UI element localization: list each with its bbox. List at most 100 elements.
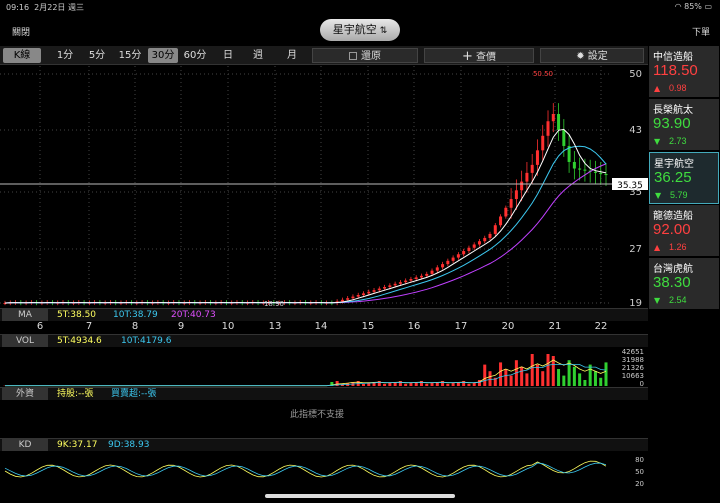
volume-bar [509, 375, 513, 386]
candle-body [557, 113, 561, 130]
watchlist-item[interactable]: 長榮航太 93.90 ▼ 2.73 [649, 99, 719, 151]
volume-bar [557, 369, 561, 386]
price-tick-50: 50 [629, 69, 642, 80]
watchlist-item[interactable]: 龍德造船 92.00 ▲ 1.26 [649, 205, 719, 257]
volume-bar [541, 371, 545, 386]
candle-body [404, 280, 408, 283]
watchlist-price: 92.00 [653, 221, 691, 238]
kd-tick-20: 20 [635, 480, 644, 488]
volume-bar [488, 371, 492, 386]
period-5min[interactable]: 5分 [84, 48, 110, 63]
volume-bar [472, 383, 476, 386]
date-label: 14 [314, 321, 328, 332]
candles [3, 103, 608, 306]
kd-chart[interactable]: 80 50 20 [0, 451, 648, 491]
arrow-up-icon: ▲ [654, 243, 661, 252]
kd-tag[interactable]: KD [2, 439, 48, 451]
volume-bar [419, 381, 423, 386]
stock-name: 星宇航空 [332, 23, 377, 36]
volume-bar [467, 384, 471, 386]
arrow-down-icon: ▼ [655, 191, 662, 200]
period-60min[interactable]: 60分 [181, 48, 209, 63]
watchlist-name: 中信造船 [653, 52, 693, 63]
candle-body [441, 264, 445, 268]
period-30min[interactable]: 30分 [148, 48, 178, 63]
date-axis: 6 7 8 9 10 13 14 15 16 17 20 21 22 [0, 321, 648, 333]
candle-body [472, 244, 476, 248]
foreign-legend-bar[interactable]: 外資 持股:--張 買賣超:--張 [0, 387, 648, 400]
kline-button[interactable]: K線 [3, 48, 41, 63]
period-month[interactable]: 月 [282, 48, 302, 63]
date-label: 10 [221, 321, 235, 332]
watchlist-price: 36.25 [654, 169, 692, 186]
foreign-tag[interactable]: 外資 [2, 388, 48, 400]
date-label: 15 [361, 321, 375, 332]
watchlist-item[interactable]: 中信造船 118.50 ▲ 0.98 [649, 46, 719, 98]
candle-body [535, 150, 539, 165]
order-button[interactable]: 下單 [692, 25, 710, 38]
date-label: 17 [454, 321, 468, 332]
candle-body [356, 295, 360, 297]
volume-bar [425, 384, 429, 386]
date-label: 7 [85, 321, 93, 332]
ma5-value: 5T:38.50 [57, 310, 97, 320]
swap-icon: ⇅ [379, 26, 388, 36]
battery-icon: ▭ [704, 2, 712, 11]
candle-body [414, 277, 418, 280]
volume-bar [404, 384, 408, 386]
candle-body [462, 251, 466, 255]
ma-tag[interactable]: MA [2, 309, 48, 321]
watchlist-change: 2.54 [669, 295, 687, 305]
candle-body [530, 164, 534, 173]
volume-bar [572, 366, 576, 386]
volume-bar [588, 364, 592, 386]
plus-icon: + [461, 49, 473, 64]
ma-legend-bar[interactable]: MA 5T:38.50 10T:38.79 20T:40.73 [0, 308, 648, 321]
date-label: 22 [594, 321, 608, 332]
status-bar: 09:16 2月22日 週三 ◠ 85% ▭ [0, 0, 720, 14]
volume-bar [525, 373, 529, 386]
kd-tick-80: 80 [635, 456, 644, 464]
candle-body [509, 199, 513, 208]
restore-toggle[interactable]: 還原 [312, 48, 418, 63]
volume-chart[interactable]: 42651 31988 21326 10663 0 [0, 347, 648, 387]
watchlist-change: 5.79 [670, 190, 688, 200]
vol-tick-1: 31988 [622, 356, 644, 364]
period-1min[interactable]: 1分 [52, 48, 78, 63]
volume-bar [583, 380, 587, 386]
close-button[interactable]: 關閉 [12, 25, 30, 38]
volume-bar [520, 366, 524, 386]
candle-body [477, 241, 481, 245]
volume-bar [546, 354, 550, 386]
period-day[interactable]: 日 [218, 48, 238, 63]
vol-tick-3: 10663 [622, 372, 644, 380]
watchlist: 中信造船 118.50 ▲ 0.98 長榮航太 93.90 ▼ 2.73 星宇航… [648, 46, 720, 310]
watchlist-item[interactable]: 台灣虎航 38.30 ▼ 2.54 [649, 258, 719, 310]
settings-button[interactable]: ✹ 設定 [540, 48, 644, 63]
volume-bar [530, 354, 534, 386]
volume-bar [599, 377, 603, 386]
watchlist-change: 0.98 [669, 83, 687, 93]
ma20-value: 20T:40.73 [171, 310, 216, 320]
volume-bar [451, 383, 455, 386]
candle-body [551, 113, 555, 122]
price-tick-27: 27 [629, 244, 642, 255]
vol-tag[interactable]: VOL [2, 335, 48, 347]
candlestick-chart[interactable]: 35.35 50 43 35 27 19 50.50 18.90 [0, 66, 648, 316]
kd-legend-bar[interactable]: KD 9K:37.17 9D:38.93 [0, 438, 648, 451]
period-15min[interactable]: 15分 [116, 48, 144, 63]
home-indicator[interactable] [265, 494, 455, 498]
candle-body [514, 190, 518, 200]
stock-selector[interactable]: 星宇航空 ⇅ [320, 19, 400, 41]
watchlist-item-selected[interactable]: 星宇航空 36.25 ▼ 5.79 [649, 152, 719, 204]
vol10-value: 10T:4179.6 [121, 336, 172, 346]
watchlist-name: 台灣虎航 [653, 264, 693, 275]
vol-legend-bar[interactable]: VOL 5T:4934.6 10T:4179.6 [0, 334, 648, 347]
volume-bar [430, 383, 434, 386]
candle-body [578, 168, 582, 170]
volume-bar [562, 375, 566, 386]
candle-body [419, 275, 423, 278]
query-button[interactable]: + 查價 [424, 48, 534, 64]
period-week[interactable]: 週 [248, 48, 268, 63]
ma20-line [4, 163, 607, 304]
